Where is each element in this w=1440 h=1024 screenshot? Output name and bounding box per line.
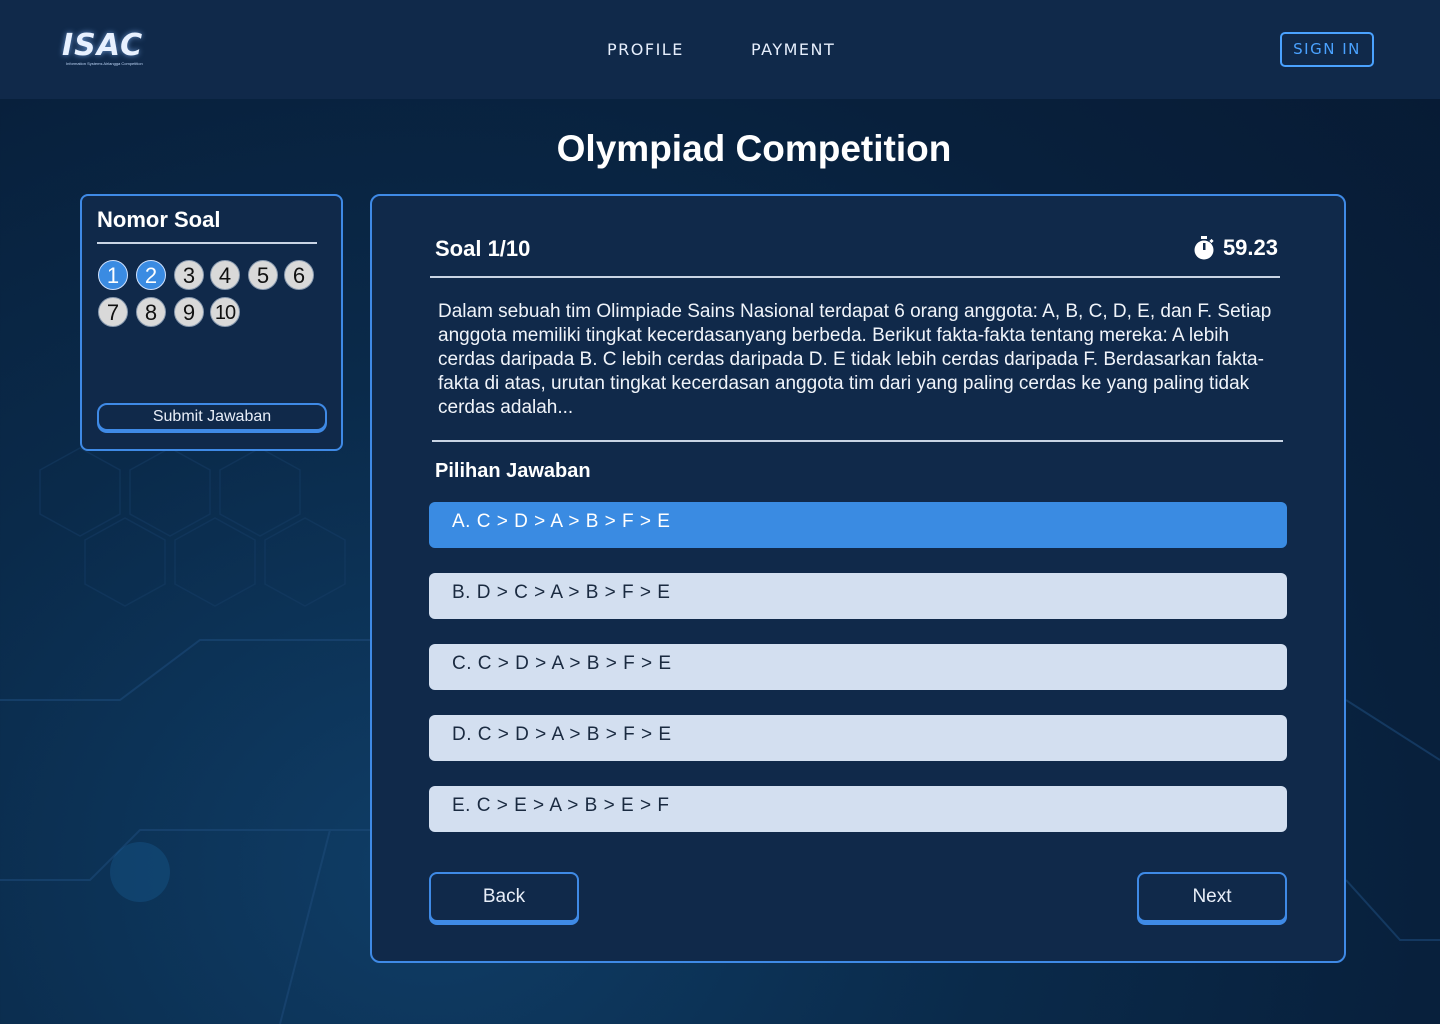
sign-in-button[interactable]: SIGN IN [1280, 32, 1374, 67]
question-number-button[interactable]: 10 [210, 297, 240, 327]
top-header: ISAC Information Systems Airlangga Compe… [0, 0, 1440, 99]
next-button[interactable]: Next [1137, 872, 1287, 922]
question-number-button[interactable]: 2 [136, 260, 166, 290]
divider [430, 276, 1280, 278]
question-number-panel: Nomor Soal 1 2 3 4 5 6 7 8 9 10 Submit J… [80, 194, 343, 451]
answer-option-c[interactable]: C. C > D > A > B > F > E [429, 644, 1287, 690]
question-number-button[interactable]: 7 [98, 297, 128, 327]
nav-profile-link[interactable]: PROFILE [607, 40, 684, 59]
logo-subtitle: Information Systems Airlangga Competitio… [66, 61, 143, 66]
answer-choices-title: Pilihan Jawaban [435, 460, 591, 482]
question-number-button[interactable]: 3 [174, 260, 204, 290]
back-button[interactable]: Back [429, 872, 579, 922]
nav-payment-link[interactable]: PAYMENT [751, 40, 835, 59]
answer-option-d[interactable]: D. C > D > A > B > F > E [429, 715, 1287, 761]
question-number-button[interactable]: 1 [98, 260, 128, 290]
timer: 59.23 [1193, 235, 1278, 261]
nomor-soal-title: Nomor Soal [97, 207, 221, 232]
logo-text: ISAC [62, 28, 144, 63]
submit-answers-button[interactable]: Submit Jawaban [97, 403, 327, 431]
question-number-button[interactable]: 5 [248, 260, 278, 290]
question-panel: Soal 1/10 59.23 Dalam sebuah tim Olimpia… [370, 194, 1346, 963]
page-title: Olympiad Competition [556, 128, 952, 169]
question-number-button[interactable]: 4 [210, 260, 240, 290]
stopwatch-icon [1194, 236, 1214, 260]
divider [432, 440, 1283, 442]
question-number-button[interactable]: 9 [174, 297, 204, 327]
question-text: Dalam sebuah tim Olimpiade Sains Nasiona… [438, 301, 1272, 418]
question-number-button[interactable]: 8 [136, 297, 166, 327]
answer-option-b[interactable]: B. D > C > A > B > F > E [429, 573, 1287, 619]
divider [97, 242, 317, 244]
answer-option-e[interactable]: E. C > E > A > B > E > F [429, 786, 1287, 832]
answer-option-a[interactable]: A. C > D > A > B > F > E [429, 502, 1287, 548]
isac-logo[interactable]: ISAC Information Systems Airlangga Compe… [62, 28, 174, 70]
question-number-button[interactable]: 6 [284, 260, 314, 290]
question-counter: Soal 1/10 [435, 236, 531, 261]
timer-value: 59.23 [1222, 235, 1278, 260]
